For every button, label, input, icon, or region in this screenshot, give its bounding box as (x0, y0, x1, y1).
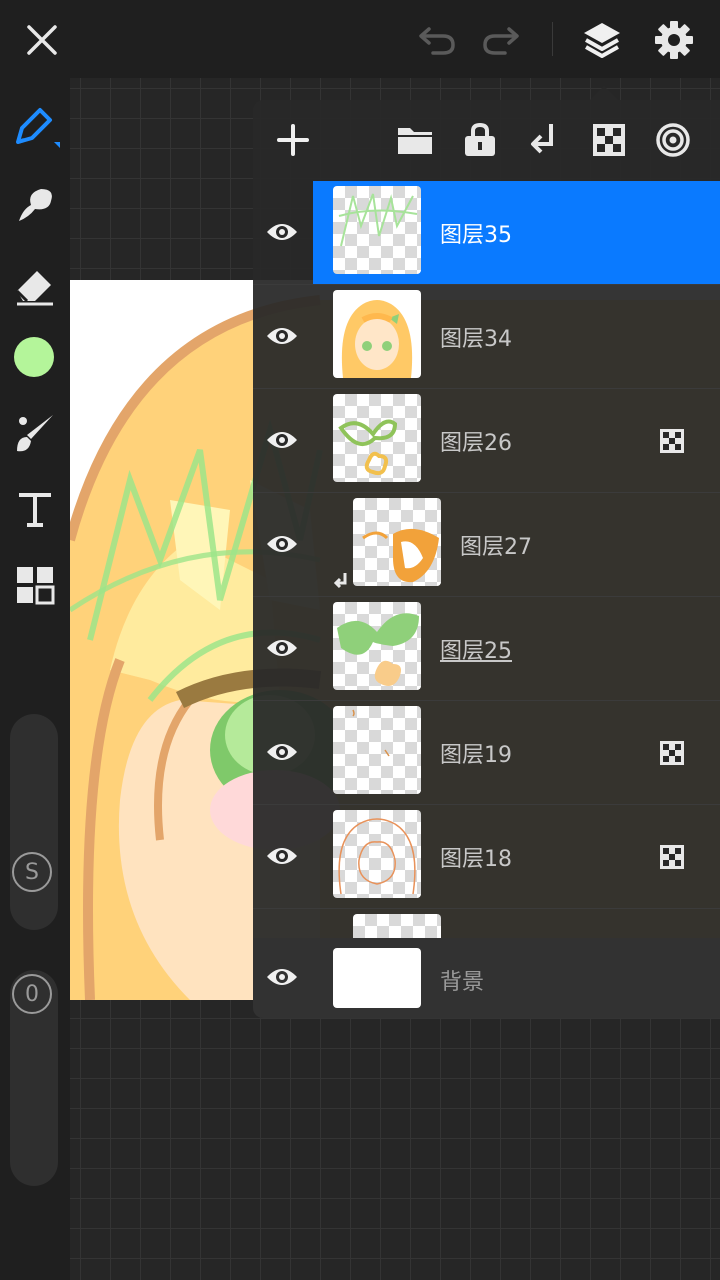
layer-thumbnail (353, 498, 441, 586)
pen-icon[interactable] (8, 100, 62, 154)
visibility-eye-icon[interactable] (265, 737, 299, 767)
layer-name: 图层25 (440, 639, 512, 664)
color-swatch[interactable] (13, 336, 55, 378)
layer-thumbnail (333, 810, 421, 898)
clipping-arrow-icon (333, 573, 347, 589)
layer-name: 图层26 (440, 431, 512, 456)
background-thumbnail (333, 948, 421, 1008)
visibility-eye-icon[interactable] (265, 841, 299, 871)
undo-icon[interactable] (414, 20, 460, 60)
visibility-eye-icon[interactable] (265, 962, 299, 992)
layer-list: 图层35 图层34 图层26 图层27 图层25 图层19 图层18 (253, 181, 720, 938)
background-layer-name: 背景 (440, 970, 485, 995)
reference-icon[interactable] (653, 120, 693, 160)
layer-name: 图层18 (440, 847, 512, 872)
eraser-icon[interactable] (8, 258, 62, 312)
alpha-lock-icon (660, 429, 684, 453)
current-color (14, 337, 54, 377)
layers-panel-pointer (590, 86, 618, 100)
folder-icon[interactable] (395, 120, 435, 160)
layer-name: 图层19 (440, 743, 512, 768)
topbar-divider (552, 22, 553, 56)
text-icon[interactable] (8, 482, 62, 536)
layer-thumbnail (333, 706, 421, 794)
visibility-eye-icon[interactable] (265, 529, 299, 559)
add-icon[interactable] (273, 120, 313, 160)
close-icon[interactable] (20, 18, 64, 62)
merge-down-icon[interactable] (523, 120, 563, 160)
layers-icon[interactable] (578, 16, 626, 64)
brush-icon[interactable] (8, 406, 62, 460)
gear-icon[interactable] (650, 16, 698, 64)
layer-row[interactable]: 图层34 (253, 285, 720, 389)
layer-row[interactable]: 图层19 (253, 701, 720, 805)
layers-toolbar (253, 100, 720, 180)
redo-icon[interactable] (478, 20, 524, 60)
visibility-eye-icon[interactable] (265, 217, 299, 247)
layer-thumbnail (333, 186, 421, 274)
layer-row[interactable] (253, 909, 720, 938)
layer-row[interactable]: 图层35 (253, 181, 720, 285)
top-bar (0, 0, 720, 78)
smudge-icon[interactable] (8, 178, 62, 232)
opacity-slider-label: 0 (12, 974, 52, 1014)
size-slider[interactable] (10, 714, 58, 930)
layer-name: 图层27 (460, 535, 532, 560)
tool-bar: S 0 (0, 78, 70, 1280)
layer-thumbnail (333, 394, 421, 482)
layer-row[interactable]: 图层25 (253, 597, 720, 701)
grid-icon[interactable] (8, 558, 62, 612)
layer-row[interactable]: 图层27 (253, 493, 720, 597)
visibility-eye-icon[interactable] (265, 633, 299, 663)
background-layer-row[interactable]: 背景 (253, 938, 720, 1018)
layer-name: 图层34 (440, 327, 512, 352)
visibility-eye-icon[interactable] (265, 321, 299, 351)
alpha-lock-icon (660, 845, 684, 869)
layer-row[interactable]: 图层18 (253, 805, 720, 909)
checker-icon[interactable] (589, 120, 629, 160)
size-slider-label: S (12, 852, 52, 892)
layer-name: 图层35 (440, 223, 512, 248)
visibility-eye-icon[interactable] (265, 425, 299, 455)
alpha-lock-icon (660, 741, 684, 765)
layer-row[interactable]: 图层26 (253, 389, 720, 493)
layer-thumbnail (333, 602, 421, 690)
lock-icon[interactable] (460, 120, 500, 160)
layers-panel: 图层35 图层34 图层26 图层27 图层25 图层19 图层18 背景 (253, 100, 720, 1018)
layer-thumbnail (353, 914, 441, 938)
layer-thumbnail (333, 290, 421, 378)
